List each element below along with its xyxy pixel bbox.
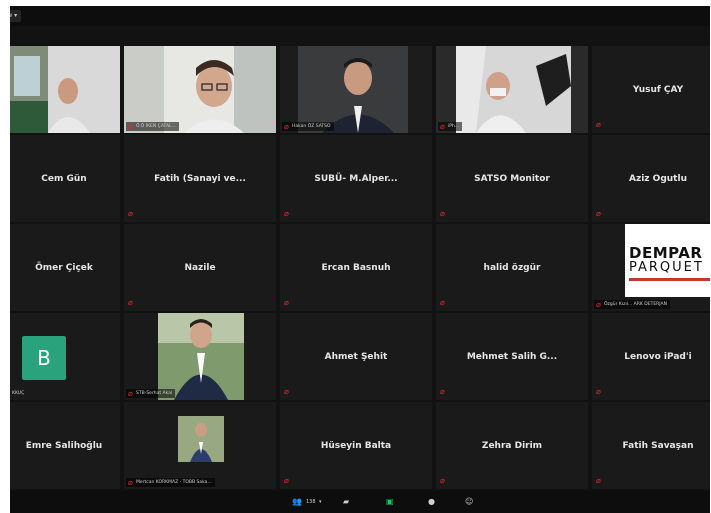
participant-name: KKUÇ <box>12 391 25 396</box>
mic-muted-icon: ⌀ <box>440 387 445 396</box>
mic-muted-icon: ⌀ <box>128 298 133 307</box>
participant-name: halid özgür <box>483 262 541 273</box>
participant-tile[interactable]: Ömer Çiçek <box>10 224 120 311</box>
participant-name: Özgür Kızıl... ARK DETERJAN <box>604 302 667 307</box>
participant-tile[interactable]: ⌀ Ö.Ö İKEN ÇATAL... <box>124 46 276 133</box>
participant-tile[interactable]: Fatih (Sanayi ve... ⌀ <box>124 135 276 222</box>
mic-muted-icon: ⌀ <box>284 476 289 485</box>
participant-tile[interactable]: Fatih Savaşan ⌀ <box>592 402 710 489</box>
participants-count: 138 <box>306 499 316 505</box>
mic-muted-icon: ⌀ <box>596 209 601 218</box>
participant-name: Fatih Savaşan <box>622 440 694 451</box>
participant-name: Ahmet Şehit <box>324 351 388 362</box>
mic-muted-icon: ⌀ <box>284 387 289 396</box>
participant-tile[interactable]: Aziz Ogutlu ⌀ <box>592 135 710 222</box>
participant-name: Ercan Basnuh <box>321 262 391 273</box>
avatar: B <box>22 336 66 380</box>
participant-name: Lenovo iPad'i <box>624 351 692 362</box>
participant-name: Aziz Ogutlu <box>629 173 687 184</box>
meeting-toolbar: 👥 138 ▾ ▰ ▣ ● ☺ <box>10 491 710 513</box>
view-button[interactable]: iew ▾ <box>10 10 22 22</box>
participant-name: iPh... <box>448 124 460 129</box>
mic-muted-icon: ⌀ <box>284 298 289 307</box>
participant-tile[interactable]: Nazile ⌀ <box>124 224 276 311</box>
participant-tile[interactable]: Yusuf ÇAY ⌀ <box>592 46 710 133</box>
participant-label: ⌀ Hakan ÖZ SATSO <box>282 122 334 131</box>
participant-name: STB-Serhat Akal <box>136 391 173 396</box>
participant-tile[interactable]: Lenovo iPad'i ⌀ <box>592 313 710 400</box>
participant-tile[interactable]: Hüseyin Balta ⌀ <box>280 402 432 489</box>
mic-muted-icon: ⌀ <box>440 209 445 218</box>
meeting-window: iew ▾ <box>10 6 710 513</box>
participant-tile[interactable]: B KKUÇ <box>10 313 120 400</box>
participant-name: Mertcan KORKMAZ - TOBB Saka... <box>136 480 212 485</box>
participant-tile[interactable]: Ahmet Şehit ⌀ <box>280 313 432 400</box>
mic-muted-icon: ⌀ <box>596 476 601 485</box>
participant-video <box>436 46 588 133</box>
participant-tile[interactable]: Ercan Basnuh ⌀ <box>280 224 432 311</box>
participant-name: Ö.Ö İKEN ÇATAL... <box>136 124 176 129</box>
mic-muted-icon: ⌀ <box>440 298 445 307</box>
participant-name: Emre Salihoğlu <box>25 440 103 451</box>
participant-label: ⌀ Özgür Kızıl... ARK DETERJAN <box>594 300 670 309</box>
participant-name: Ömer Çiçek <box>35 262 93 273</box>
participant-name: Yusuf ÇAY <box>632 84 684 95</box>
participant-tile[interactable]: ⌀ STB-Serhat Akal <box>124 313 276 400</box>
mic-muted-icon: ⌀ <box>284 209 289 218</box>
participant-name: Cem Gün <box>41 173 87 184</box>
participant-name: Zehra Dirim <box>481 440 543 451</box>
reactions-icon[interactable]: ☺ <box>465 496 473 508</box>
participant-tile[interactable]: ⌀ Mertcan KORKMAZ - TOBB Saka... <box>124 402 276 489</box>
participant-tile[interactable]: Zehra Dirim ⌀ <box>436 402 588 489</box>
participant-tile[interactable]: Emre Salihoğlu <box>10 402 120 489</box>
logo-line-2: PARQUET <box>629 260 704 275</box>
participant-name: Hakan ÖZ SATSO <box>292 124 331 129</box>
mic-muted-icon: ⌀ <box>128 477 133 487</box>
participant-video <box>124 313 276 400</box>
mic-muted-icon: ⌀ <box>440 476 445 485</box>
participant-tile[interactable] <box>10 46 120 133</box>
mic-muted-icon: ⌀ <box>596 387 601 396</box>
company-logo: DEMPAR PARQUET <box>625 224 710 297</box>
participant-tile[interactable]: Mehmet Salih G... ⌀ <box>436 313 588 400</box>
participant-name: Mehmet Salih G... <box>466 351 558 362</box>
chevron-down-icon[interactable]: ▾ <box>319 496 322 508</box>
mic-muted-icon: ⌀ <box>128 121 133 131</box>
participant-name: SATSO Monitor <box>474 173 550 184</box>
participant-label: ⌀ STB-Serhat Akal <box>126 388 176 398</box>
share-screen-icon[interactable]: ▣ <box>386 496 394 508</box>
participant-video <box>124 402 276 489</box>
mic-muted-icon: ⌀ <box>596 120 601 129</box>
participant-tile[interactable]: ⌀ Hakan ÖZ SATSO <box>280 46 432 133</box>
logo-stripe <box>629 278 710 281</box>
participant-label: ⌀ Mertcan KORKMAZ - TOBB Saka... <box>126 478 215 487</box>
participants-icon[interactable]: 👥 <box>292 496 302 508</box>
top-bar: iew ▾ <box>10 6 710 26</box>
mic-muted-icon: ⌀ <box>284 121 289 131</box>
chat-icon[interactable]: ▰ <box>343 496 349 508</box>
mic-muted-icon: ⌀ <box>596 299 601 309</box>
participant-tile[interactable]: SUBÜ- M.Alper... ⌀ <box>280 135 432 222</box>
participant-label: KKUÇ <box>10 389 27 398</box>
mic-muted-icon: ⌀ <box>128 209 133 218</box>
participant-name: SUBÜ- M.Alper... <box>314 173 398 184</box>
participant-tile[interactable]: DEMPAR PARQUET ⌀ Özgür Kızıl... ARK DETE… <box>592 224 710 311</box>
mic-muted-icon: ⌀ <box>440 121 445 131</box>
participant-tile[interactable]: Cem Gün <box>10 135 120 222</box>
participant-tile[interactable]: halid özgür ⌀ <box>436 224 588 311</box>
participant-video <box>280 46 432 133</box>
participant-grid: ⌀ Ö.Ö İKEN ÇATAL... ⌀ Hakan ÖZ SATSO ⌀ i… <box>10 46 710 491</box>
participant-video <box>124 46 276 133</box>
participant-label: ⌀ Ö.Ö İKEN ÇATAL... <box>126 122 179 131</box>
participant-video <box>10 46 120 133</box>
participant-name: Nazile <box>184 262 216 273</box>
participant-label: ⌀ iPh... <box>438 121 463 131</box>
participant-tile[interactable]: SATSO Monitor ⌀ <box>436 135 588 222</box>
participant-tile[interactable]: ⌀ iPh... <box>436 46 588 133</box>
participant-name: Hüseyin Balta <box>320 440 392 451</box>
participant-name: Fatih (Sanayi ve... <box>154 173 246 184</box>
mic-muted-icon: ⌀ <box>128 388 133 398</box>
record-icon[interactable]: ● <box>428 496 435 508</box>
